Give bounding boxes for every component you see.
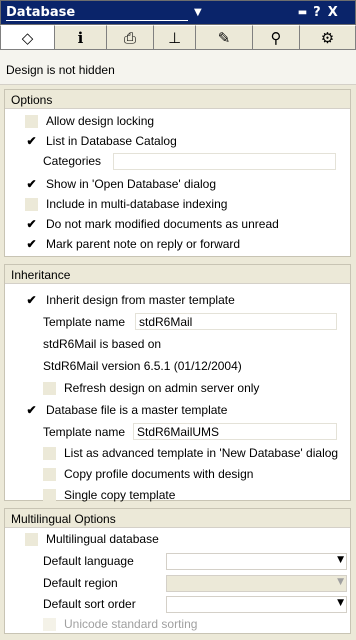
unicode-sorting-checkbox <box>43 617 56 631</box>
multilingual-db-checkbox[interactable] <box>25 532 38 546</box>
master-name-label: Template name <box>43 425 126 439</box>
categories-field[interactable] <box>113 153 336 170</box>
unicode-sorting-row: Unicode standard sorting <box>5 614 350 634</box>
design-status-text: Design is not hidden <box>6 63 115 77</box>
multilingual-header: Multilingual Options <box>5 509 350 528</box>
options-section: Options Allow design locking ✔ List in D… <box>4 89 351 257</box>
single-copy-label: Single copy template <box>64 488 176 502</box>
categories-label: Categories <box>43 154 102 168</box>
master-name-field[interactable]: StdR6MailUMS <box>133 423 337 440</box>
tab-design[interactable]: ⊥ <box>154 25 196 49</box>
default-language-label: Default language <box>43 554 134 568</box>
version-text: StdR6Mail version 6.5.1 (01/12/2004) <box>43 359 242 373</box>
inheritance-header: Inheritance <box>5 265 350 284</box>
based-on-row: stdR6Mail is based on <box>5 334 350 354</box>
bottom-edge <box>0 636 356 640</box>
pen-icon: ✎ <box>217 28 231 47</box>
no-unread-row: ✔ Do not mark modified documents as unre… <box>5 214 350 234</box>
tab-launch[interactable]: ✎ <box>196 25 253 49</box>
allow-design-locking-row: Allow design locking <box>5 111 350 131</box>
list-advanced-label: List as advanced template in 'New Databa… <box>64 446 339 460</box>
printer-icon: ⎙ <box>123 28 136 47</box>
tab-basics[interactable]: ◇ <box>0 25 55 49</box>
info-icon: i <box>77 28 84 47</box>
options-header: Options <box>5 90 350 109</box>
inherit-design-checkbox[interactable]: ✔ <box>25 293 38 307</box>
copy-profile-checkbox[interactable] <box>43 467 56 481</box>
multilingual-db-row: Multilingual database <box>5 529 350 549</box>
show-in-open-row: ✔ Show in 'Open Database' dialog <box>5 174 350 194</box>
default-sort-label: Default sort order <box>43 597 136 611</box>
tab-advanced[interactable]: ⚙ <box>300 25 356 49</box>
single-copy-checkbox[interactable] <box>43 488 56 502</box>
allow-design-locking-checkbox[interactable] <box>25 114 38 128</box>
tab-print[interactable]: ⎙ <box>107 25 154 49</box>
inherit-design-label: Inherit design from master template <box>46 293 235 307</box>
inheritance-section: Inheritance ✔ Inherit design from master… <box>4 264 351 502</box>
no-unread-label: Do not mark modified documents as unread <box>46 217 279 231</box>
dropdown-arrow-icon[interactable]: ▼ <box>194 7 202 18</box>
master-template-checkbox[interactable]: ✔ <box>25 403 38 417</box>
default-region-select: ▼ <box>166 575 347 592</box>
refresh-label: Refresh design on admin server only <box>64 381 260 395</box>
tab-info[interactable]: i <box>55 25 107 49</box>
chevron-down-icon: ▼ <box>337 577 344 587</box>
mark-parent-label: Mark parent note on reply or forward <box>46 237 241 251</box>
refresh-row: Refresh design on admin server only <box>5 378 350 398</box>
tab-strip: ◇ i ⎙ ⊥ ✎ ⚲ ⚙ <box>0 25 356 50</box>
mark-parent-row: ✔ Mark parent note on reply or forward <box>5 234 350 254</box>
list-advanced-checkbox[interactable] <box>43 446 56 460</box>
multi-index-label: Include in multi-database indexing <box>46 197 228 211</box>
advanced-icon: ⚙ <box>320 28 335 47</box>
inherit-design-row: ✔ Inherit design from master template <box>5 290 350 310</box>
template-name-label: Template name <box>43 315 126 329</box>
multilingual-db-label: Multilingual database <box>46 532 159 546</box>
minimize-icon[interactable]: ▬ <box>298 7 308 18</box>
list-advanced-row: List as advanced template in 'New Databa… <box>5 443 350 463</box>
multi-index-checkbox[interactable] <box>25 197 38 211</box>
chevron-down-icon[interactable]: ▼ <box>337 598 344 608</box>
chevron-down-icon[interactable]: ▼ <box>337 555 344 565</box>
infobox-title[interactable]: Database <box>6 5 188 21</box>
multilingual-section: Multilingual Options Multilingual databa… <box>4 508 351 634</box>
allow-design-locking-label: Allow design locking <box>46 114 155 128</box>
multi-index-row: Include in multi-database indexing <box>5 194 350 214</box>
master-template-row: ✔ Database file is a master template <box>5 400 350 420</box>
default-region-label: Default region <box>43 576 118 590</box>
show-in-open-label: Show in 'Open Database' dialog <box>46 177 217 191</box>
tab-fulltext[interactable]: ⚲ <box>253 25 300 49</box>
default-language-select[interactable]: ▼ <box>166 553 347 570</box>
magnifier-icon: ⚲ <box>270 28 282 47</box>
list-in-catalog-checkbox[interactable]: ✔ <box>25 134 38 148</box>
close-button[interactable]: X <box>328 5 338 20</box>
template-name-field[interactable]: stdR6Mail <box>135 313 337 330</box>
refresh-checkbox[interactable] <box>43 381 56 395</box>
version-row: StdR6Mail version 6.5.1 (01/12/2004) <box>5 356 350 376</box>
single-copy-row: Single copy template <box>5 485 350 505</box>
list-in-catalog-row: ✔ List in Database Catalog <box>5 131 350 151</box>
title-bar: Database ▼ ▬ ? X <box>0 0 356 25</box>
list-in-catalog-label: List in Database Catalog <box>46 134 177 148</box>
based-on-text: stdR6Mail is based on <box>43 337 162 351</box>
design-status: Design is not hidden <box>0 50 356 85</box>
mark-parent-checkbox[interactable]: ✔ <box>25 237 38 251</box>
default-sort-select[interactable]: ▼ <box>166 596 347 613</box>
copy-profile-label: Copy profile documents with design <box>64 467 254 481</box>
unicode-sorting-label: Unicode standard sorting <box>64 617 198 631</box>
no-unread-checkbox[interactable]: ✔ <box>25 217 38 231</box>
show-in-open-checkbox[interactable]: ✔ <box>25 177 38 191</box>
copy-profile-row: Copy profile documents with design <box>5 464 350 484</box>
help-button[interactable]: ? <box>313 5 321 20</box>
master-template-label: Database file is a master template <box>46 403 228 417</box>
design-icon: ⊥ <box>167 28 182 47</box>
basics-icon: ◇ <box>21 28 34 47</box>
